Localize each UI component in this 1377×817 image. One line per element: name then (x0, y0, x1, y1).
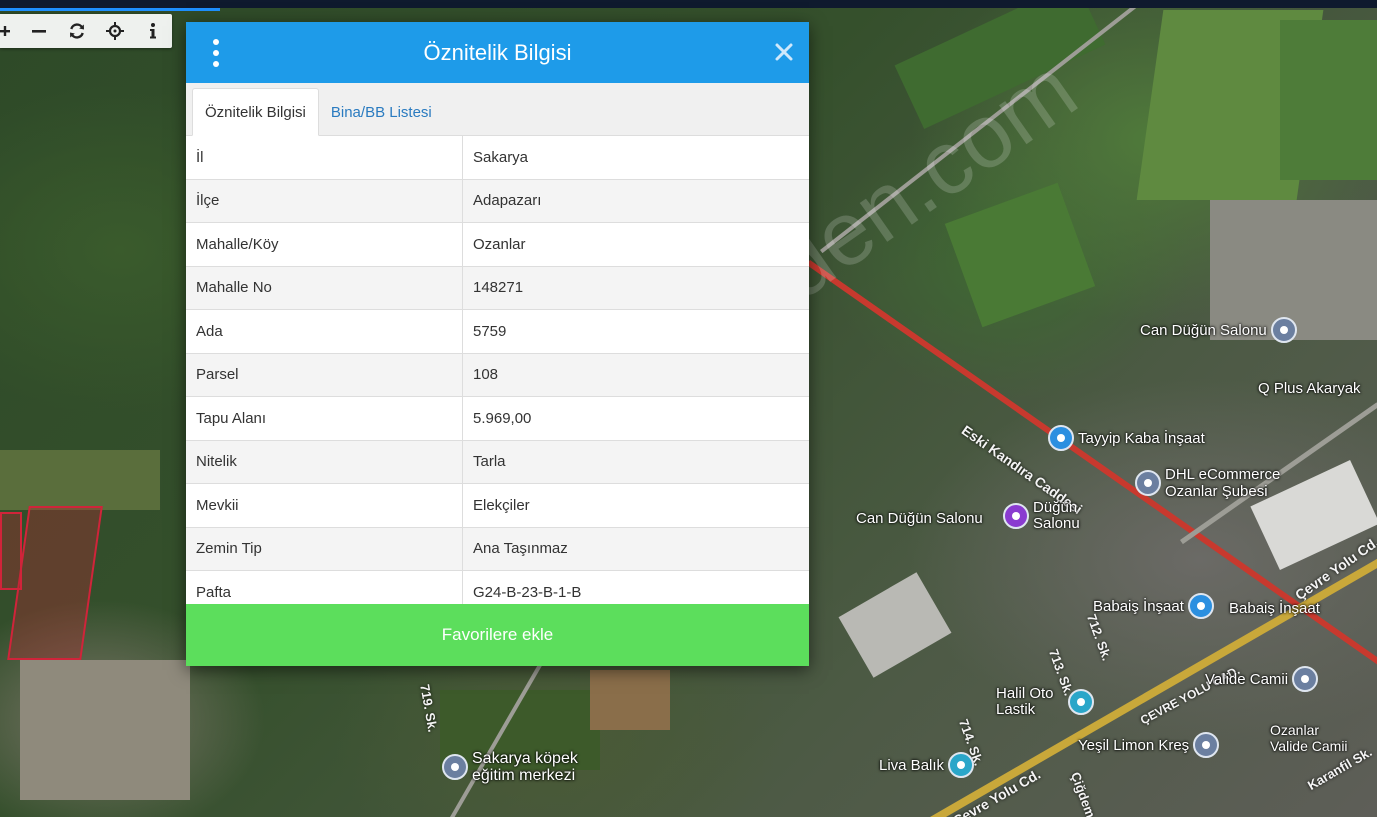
venue-pin-icon (1003, 503, 1029, 529)
attribute-value: Ozanlar (462, 222, 809, 267)
map-field (0, 450, 160, 510)
place-liva-balik[interactable]: Liva Balık (879, 752, 975, 778)
place-pin-icon (1135, 470, 1161, 496)
mosque-pin-icon (1292, 666, 1319, 692)
attribute-key: Nitelik (186, 440, 463, 484)
restaurant-pin-icon (948, 752, 975, 778)
close-icon[interactable] (773, 41, 795, 63)
map-field (20, 660, 190, 800)
menu-icon[interactable] (206, 39, 226, 67)
table-row: Ada 5759 (186, 309, 809, 354)
attribute-value: Elekçiler (462, 483, 809, 528)
store-pin-icon (1187, 593, 1214, 619)
attribute-key: Mahalle/Köy (186, 222, 463, 267)
table-row: Mahalle No 148271 (186, 266, 809, 310)
place-can-dugun-salonu[interactable]: Can Düğün Salonu (1140, 317, 1297, 343)
attribute-key: Parsel (186, 353, 463, 397)
map-field (1280, 20, 1377, 180)
attribute-value: 108 (462, 353, 809, 397)
street-label: 719. Sk. (417, 683, 441, 734)
table-row: Mahalle/Köy Ozanlar (186, 222, 809, 267)
map-toolbar (0, 14, 172, 48)
place-tayyip-kaba[interactable]: Tayyip Kaba İnşaat (1048, 425, 1205, 451)
table-row: İlçe Adapazarı (186, 179, 809, 223)
info-icon[interactable] (134, 14, 172, 48)
attribute-table: İl Sakarya İlçe Adapazarı Mahalle/Köy Ozanlar… (186, 136, 809, 615)
attribute-value: Sakarya (462, 136, 809, 180)
dialog-tabs: Öznitelik Bilgisi Bina/BB Listesi (186, 83, 809, 136)
attribute-value: Adapazarı (462, 179, 809, 223)
attribute-key: Ada (186, 309, 463, 354)
dialog-header: Öznitelik Bilgisi (186, 22, 809, 83)
table-row: Parsel 108 (186, 353, 809, 397)
attribute-key: Mahalle No (186, 266, 463, 310)
place-pin-icon (1270, 317, 1297, 343)
attribute-dialog: Öznitelik Bilgisi Öznitelik Bilgisi Bina… (186, 22, 809, 666)
table-row: Mevkii Elekçiler (186, 483, 809, 528)
dialog-title: Öznitelik Bilgisi (423, 39, 572, 65)
place-babais-insaat[interactable]: Babaiş İnşaat (1093, 593, 1214, 619)
place-pin-icon (442, 754, 468, 780)
store-pin-icon (1048, 425, 1074, 451)
place-ozanlar-valide[interactable]: Ozanlar Valide Camii (1270, 722, 1350, 754)
table-row: Tapu Alanı 5.969,00 (186, 396, 809, 441)
table-row: Zemin Tip Ana Taşınmaz (186, 527, 809, 571)
tab-bina-bb-listesi[interactable]: Bina/BB Listesi (319, 89, 444, 135)
place-halil-oto[interactable]: Halil Oto Lastik (996, 686, 1094, 718)
parcel-outline[interactable] (0, 512, 22, 590)
place-dugun-salonu[interactable]: Düğün Salonu (1003, 500, 1091, 532)
table-row: Nitelik Tarla (186, 440, 809, 484)
place-dhl[interactable]: DHL eCommerce Ozanlar Şubesi (1135, 466, 1305, 500)
place-sakarya-kopek[interactable]: Sakarya köpek eğitim merkezi (442, 750, 602, 784)
map-field (944, 182, 1096, 328)
place-yesil-limon[interactable]: Yeşil Limon Kreş (1078, 732, 1220, 758)
map-field (590, 670, 670, 730)
attribute-value: 148271 (462, 266, 809, 310)
refresh-icon[interactable] (58, 14, 96, 48)
place-q-plus[interactable]: Q Plus Akaryak (1258, 380, 1361, 397)
place-can-dugun-salonu-2[interactable]: Can Düğün Salonu (856, 510, 983, 527)
street-label: Çiğdem (1067, 770, 1099, 817)
loading-progress (0, 8, 220, 11)
map-field (838, 572, 952, 678)
add-favorite-button[interactable]: Favorilere ekle (186, 604, 809, 666)
street-label: 712. Sk. (1083, 612, 1115, 663)
attribute-key: Tapu Alanı (186, 396, 463, 441)
attribute-value: Ana Taşınmaz (462, 527, 809, 571)
tab-oznitelik-bilgisi[interactable]: Öznitelik Bilgisi (192, 88, 319, 136)
attribute-key: İl (186, 136, 463, 180)
table-row: İl Sakarya (186, 136, 809, 180)
attribute-key: Mevkii (186, 483, 463, 528)
plus-icon[interactable] (0, 14, 20, 48)
attribute-value: Tarla (462, 440, 809, 484)
attribute-key: İlçe (186, 179, 463, 223)
attribute-key: Zemin Tip (186, 527, 463, 571)
school-pin-icon (1193, 732, 1220, 758)
place-babais-insaat-2[interactable]: Babaiş İnşaat (1229, 600, 1320, 617)
attribute-value: 5.969,00 (462, 396, 809, 441)
top-strip (0, 0, 1377, 8)
minus-icon[interactable] (20, 14, 58, 48)
attribute-value: 5759 (462, 309, 809, 354)
crosshair-icon[interactable] (96, 14, 134, 48)
car-pin-icon (1068, 689, 1094, 715)
place-valide-camii[interactable]: Valide Camii (1205, 666, 1319, 692)
